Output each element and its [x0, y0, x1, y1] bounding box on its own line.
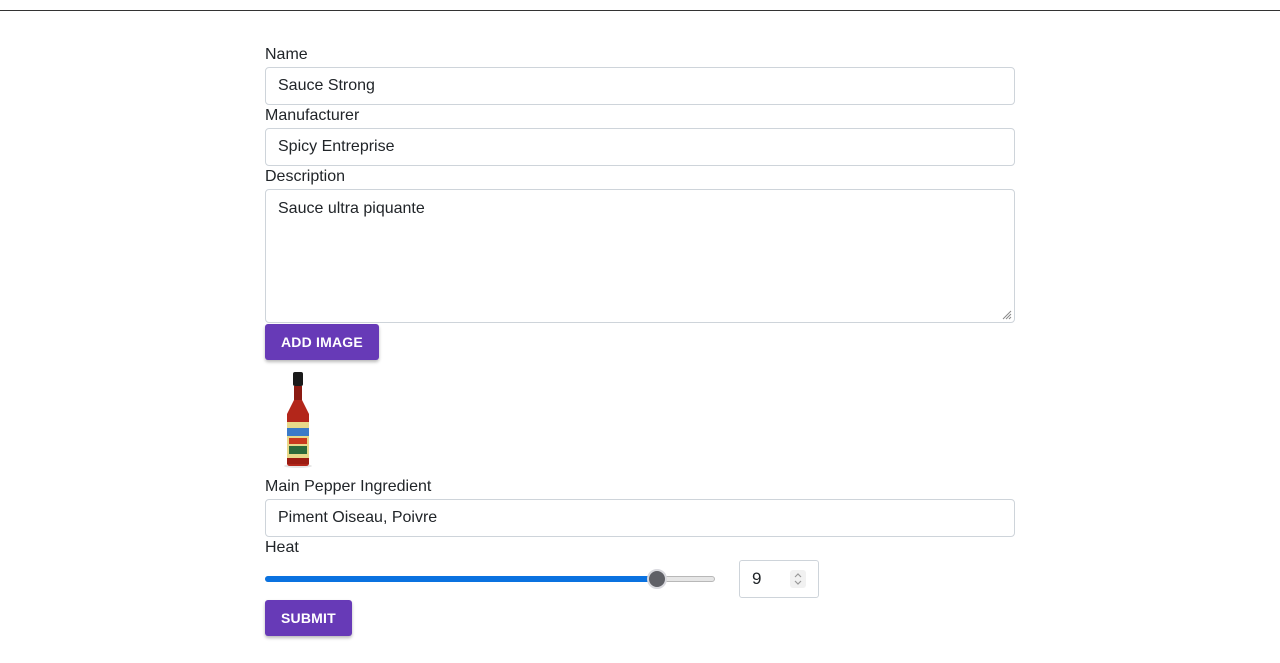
pepper-input[interactable]: Piment Oiseau, Poivre [265, 499, 1015, 537]
heat-label: Heat [265, 539, 299, 556]
top-divider [0, 10, 1280, 11]
hot-sauce-bottle-icon [284, 372, 312, 468]
submit-button[interactable]: SUBMIT [265, 600, 352, 636]
manufacturer-input[interactable]: Spicy Entreprise [265, 128, 1015, 166]
heat-value: 9 [752, 569, 762, 588]
heat-number-input[interactable]: 9 [739, 560, 819, 598]
add-image-button[interactable]: ADD IMAGE [265, 324, 379, 360]
slider-fill [265, 576, 657, 582]
heat-control: 9 [265, 560, 1015, 600]
name-input[interactable]: Sauce Strong [265, 67, 1015, 105]
description-label: Description [265, 168, 346, 185]
description-textarea[interactable]: Sauce ultra piquante [265, 189, 1015, 323]
sauce-image [265, 370, 329, 470]
manufacturer-label: Manufacturer [265, 107, 360, 124]
description-text: Sauce ultra piquante [278, 200, 425, 217]
name-label: Name [265, 46, 308, 63]
heat-slider[interactable] [265, 569, 715, 589]
spinner-arrows-icon[interactable] [790, 570, 806, 588]
resize-grip-icon[interactable] [1000, 308, 1012, 320]
sauce-form: Name Sauce Strong Manufacturer Spicy Ent… [265, 44, 1015, 636]
pepper-label: Main Pepper Ingredient [265, 478, 432, 495]
slider-thumb[interactable] [647, 569, 667, 589]
